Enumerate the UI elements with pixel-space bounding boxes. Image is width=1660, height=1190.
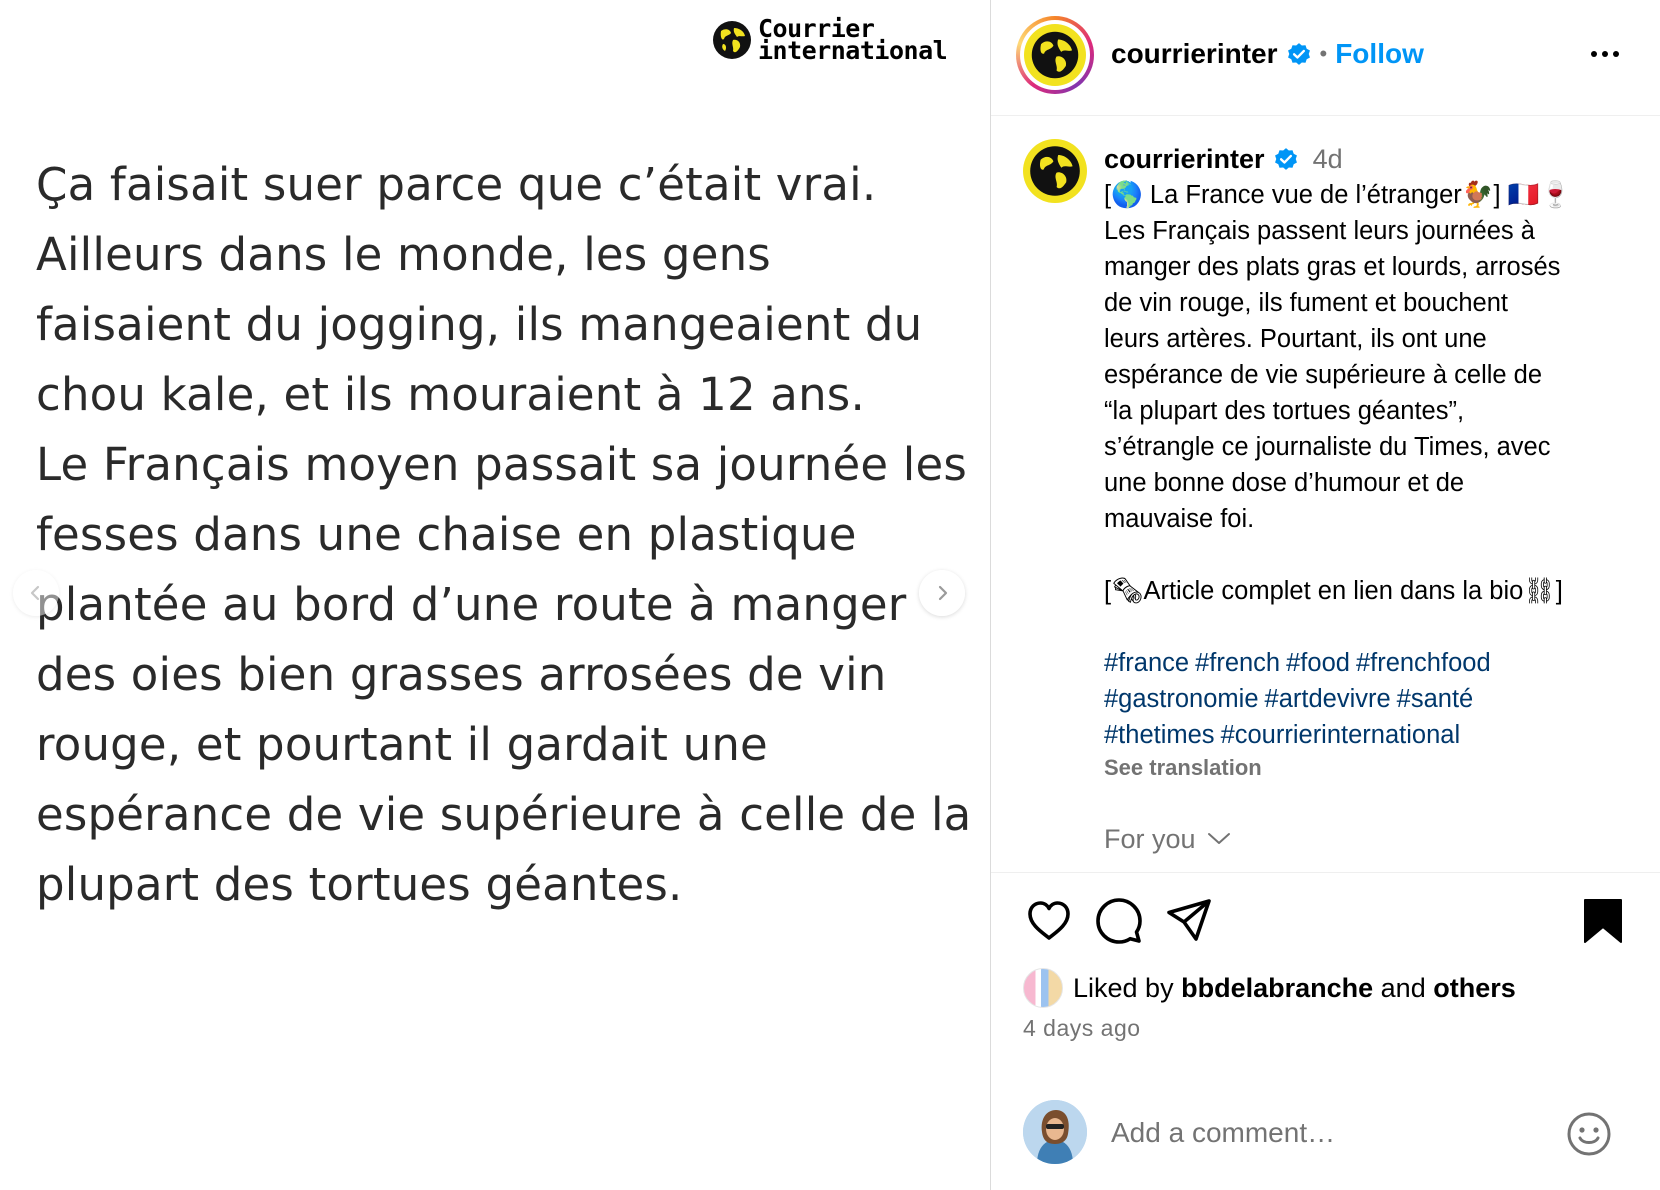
hashtags: #france #french #food #frenchfood #gastrono… bbox=[1104, 645, 1644, 753]
action-bar bbox=[991, 895, 1660, 955]
quote-line: Ça faisait suer parce que c’était vrai. bbox=[36, 158, 877, 211]
heart-icon[interactable] bbox=[1023, 895, 1075, 947]
see-translation-button[interactable]: See translation bbox=[1104, 753, 1644, 783]
for-you-dropdown[interactable]: For you bbox=[1104, 821, 1644, 857]
avatar-image bbox=[1023, 1100, 1087, 1164]
comment-input[interactable] bbox=[1111, 1110, 1541, 1156]
verified-badge-icon bbox=[1287, 43, 1310, 65]
follow-button[interactable]: Follow bbox=[1335, 38, 1424, 70]
caption-line: de vin rouge, ils fument et bouchent bbox=[1104, 289, 1509, 317]
quote-line: plantée au bord d’une route à manger bbox=[36, 578, 907, 631]
hashtag-link[interactable]: #courrierinternational bbox=[1221, 721, 1461, 749]
comment-icon[interactable] bbox=[1093, 895, 1145, 947]
caption-username[interactable]: courrierinter bbox=[1104, 141, 1265, 177]
hashtag-link[interactable]: #frenchfood bbox=[1356, 649, 1491, 677]
quote-line: rouge, et pourtant il gardait une bbox=[36, 718, 768, 771]
hashtag-link[interactable]: #france bbox=[1104, 649, 1189, 677]
carousel-next-button[interactable] bbox=[919, 570, 965, 616]
caption-area: courrierinter 4d [🌎 La France vue de l’é… bbox=[991, 117, 1660, 873]
quote-line: Ailleurs dans le monde, les gens bbox=[36, 228, 771, 281]
quote-text: Ça faisait suer parce que c’était vrai. … bbox=[36, 150, 972, 920]
caption-body: courrierinter 4d [🌎 La France vue de l’é… bbox=[1104, 141, 1644, 857]
caption-line: une bonne dose d’humour et de bbox=[1104, 469, 1465, 497]
header-separator: • bbox=[1319, 41, 1328, 66]
hashtag-link[interactable]: #food bbox=[1286, 649, 1350, 677]
liker-avatar[interactable] bbox=[1023, 968, 1063, 1008]
hashtag-link[interactable]: #santé bbox=[1397, 685, 1474, 713]
liked-by-and: and bbox=[1380, 972, 1426, 1003]
quote-line: des oies bien grasses arrosées de vin bbox=[36, 648, 887, 701]
caption-article-line: [🗞Article complet en lien dans la bio⛓] bbox=[1104, 577, 1563, 605]
chevron-left-icon bbox=[30, 585, 40, 601]
story-avatar[interactable] bbox=[1016, 16, 1094, 94]
caption-line: “la plupart des tortues géantes”, bbox=[1104, 397, 1465, 425]
globe-logo-icon bbox=[1024, 24, 1086, 86]
chevron-down-icon bbox=[1207, 833, 1230, 844]
liked-by-user-link[interactable]: bbdelabranche bbox=[1181, 973, 1373, 1004]
hashtag-link[interactable]: #thetimes bbox=[1104, 721, 1215, 749]
quote-line: plupart des tortues géantes. bbox=[36, 858, 683, 911]
liked-by-others-link[interactable]: others bbox=[1433, 973, 1516, 1004]
brand-word-line2: international bbox=[758, 36, 948, 65]
verified-badge-icon bbox=[1274, 148, 1297, 170]
likes-summary: Liked by bbdelabranche and others bbox=[1023, 968, 1516, 1008]
quote-line: Le Français moyen passait sa journée les bbox=[36, 438, 968, 491]
caption-line: espérance de vie supérieure à celle de bbox=[1104, 361, 1543, 389]
liked-by-prefix: Liked by bbox=[1073, 972, 1174, 1003]
caption-line: [🌎 La France vue de l’étranger🐓] 🇫🇷🍷 bbox=[1104, 181, 1572, 209]
caption-avatar[interactable] bbox=[1023, 139, 1087, 203]
carousel-prev-button[interactable] bbox=[13, 570, 59, 616]
hashtag-link[interactable]: #gastronomie bbox=[1104, 685, 1259, 713]
quote-line: fesses dans une chaise en plastique bbox=[36, 508, 857, 561]
share-icon[interactable] bbox=[1163, 895, 1215, 947]
comment-bar bbox=[991, 1090, 1660, 1190]
header-username[interactable]: courrierinter bbox=[1111, 38, 1278, 70]
post-time-ago[interactable]: 4 days ago bbox=[1023, 1015, 1141, 1042]
caption-line: manger des plats gras et lourds, arrosés bbox=[1104, 253, 1561, 281]
emoji-icon[interactable] bbox=[1565, 1110, 1613, 1158]
caption-line: leurs artères. Pourtant, ils ont une bbox=[1104, 325, 1487, 353]
quote-line: espérance de vie supérieure à celle de l… bbox=[36, 788, 972, 841]
quote-line: chou kale, et ils mouraient à 12 ans. bbox=[36, 368, 865, 421]
more-options-icon[interactable] bbox=[1591, 44, 1627, 64]
post-image: Courrier international Ça faisait suer p… bbox=[0, 0, 990, 1190]
bookmark-icon[interactable] bbox=[1577, 895, 1629, 947]
caption-line: Les Français passent leurs journées à bbox=[1104, 217, 1535, 245]
courrier-international-logo: Courrier international bbox=[712, 16, 948, 65]
globe-logo-icon bbox=[713, 21, 751, 59]
post-header: courrierinter • Follow bbox=[991, 0, 1660, 116]
hashtag-link[interactable]: #french bbox=[1195, 649, 1280, 677]
for-you-label: For you bbox=[1104, 824, 1196, 854]
caption-timestamp[interactable]: 4d bbox=[1313, 141, 1343, 177]
quote-line: faisaient du jogging, ils mangeaient du bbox=[36, 298, 923, 351]
caption-line: s’étrangle ce journaliste du Times, avec bbox=[1104, 433, 1551, 461]
post-sidebar: courrierinter • Follow courrierinter 4d … bbox=[990, 0, 1660, 1190]
caption-line: mauvaise foi. bbox=[1104, 505, 1255, 533]
current-user-avatar bbox=[1023, 1100, 1087, 1164]
hashtag-link[interactable]: #artdevivre bbox=[1265, 685, 1391, 713]
chevron-right-icon bbox=[938, 585, 948, 601]
